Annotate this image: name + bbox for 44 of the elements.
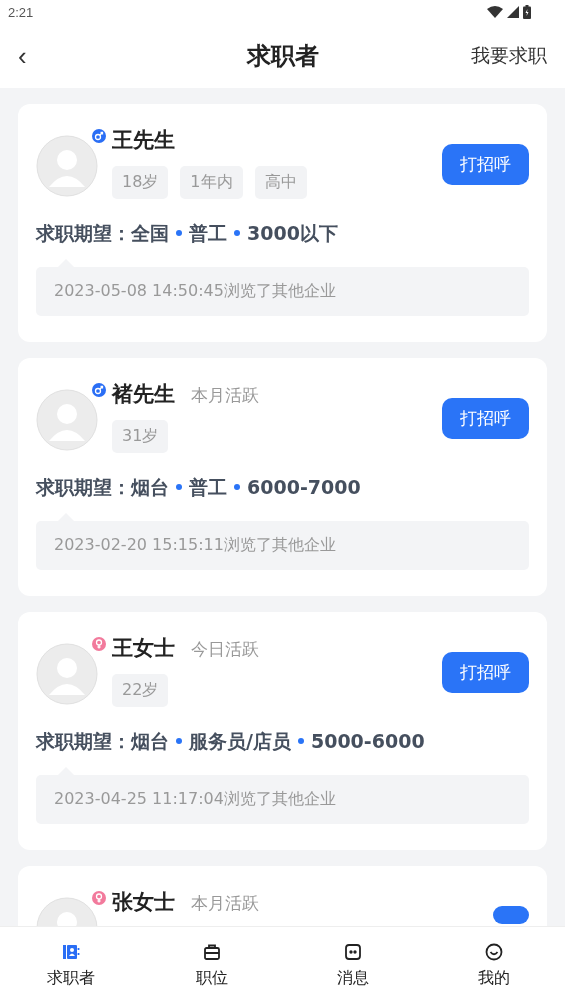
avatar-icon xyxy=(36,389,98,451)
candidate-card[interactable]: 褚先生 本月活跃 31岁 打招呼 求职期望：烟台 普工 6000-7000 2023-02-20 15:15:11浏览了其他企业 xyxy=(18,358,547,596)
activity-log: 2023-02-20 15:15:11浏览了其他企业 xyxy=(36,521,529,570)
wifi-icon xyxy=(487,6,503,18)
activity-log: 2023-05-08 14:50:45浏览了其他企业 xyxy=(36,267,529,316)
activity-status: 今日活跃 xyxy=(191,638,259,661)
greet-button[interactable]: 打招呼 xyxy=(442,398,529,439)
candidate-name: 王女士 xyxy=(112,635,175,662)
signal-icon xyxy=(507,6,519,18)
info-tag: 22岁 xyxy=(112,674,169,707)
tab-item[interactable]: 求职者 xyxy=(0,927,142,1004)
info-tag: 高中 xyxy=(254,166,307,199)
activity-log: 2023-04-25 11:17:04浏览了其他企业 xyxy=(36,775,529,824)
candidate-card[interactable]: 王女士 今日活跃 22岁 打招呼 求职期望：烟台 服务员/店员 5000-6000 2023-04-25 11:17:04浏览了其他企业 xyxy=(18,612,547,850)
greet-button[interactable]: 打招呼 xyxy=(442,652,529,693)
job-expectation: 求职期望：全国 普工 3000以下 xyxy=(36,221,339,246)
activity-status: 本月活跃 xyxy=(191,384,259,407)
candidate-name: 王先生 xyxy=(112,127,175,154)
battery-icon xyxy=(523,5,531,19)
status-time: 2:21 xyxy=(8,4,34,20)
info-tag: 31岁 xyxy=(112,420,169,453)
male-icon xyxy=(92,129,106,143)
back-button[interactable]: ‹ xyxy=(12,43,33,69)
candidate-name: 褚先生 xyxy=(112,381,175,408)
tab-item[interactable]: 职位 xyxy=(141,927,283,1004)
job-expectation: 求职期望：烟台 普工 6000-7000 xyxy=(36,475,362,500)
info-tag: 1年内 xyxy=(180,166,243,199)
page-title: 求职者 xyxy=(246,41,319,72)
job-seeking-link[interactable]: 我要求职 xyxy=(471,43,547,69)
avatar-icon xyxy=(36,135,98,197)
activity-status: 本月活跃 xyxy=(191,892,259,915)
female-icon xyxy=(92,891,106,905)
job-expectation: 求职期望：烟台 服务员/店员 5000-6000 xyxy=(36,729,426,754)
info-tag: 18岁 xyxy=(112,166,169,199)
tab-item[interactable]: 我的 xyxy=(423,927,565,1004)
candidate-card[interactable]: 王先生 18岁 1年内 高中 打招呼 求职期望：全国 普工 3000以下 2023-05-08 14:50:45浏览了其他企业 xyxy=(18,104,547,342)
male-icon xyxy=(92,383,106,397)
avatar-icon xyxy=(36,643,98,705)
greet-button[interactable] xyxy=(493,906,529,924)
tab-item[interactable]: 消息 xyxy=(282,927,424,1004)
greet-button[interactable]: 打招呼 xyxy=(442,144,529,185)
candidate-card[interactable]: 张女士 本月活跃 xyxy=(18,866,547,926)
candidate-name: 张女士 xyxy=(112,889,175,916)
female-icon xyxy=(92,637,106,651)
